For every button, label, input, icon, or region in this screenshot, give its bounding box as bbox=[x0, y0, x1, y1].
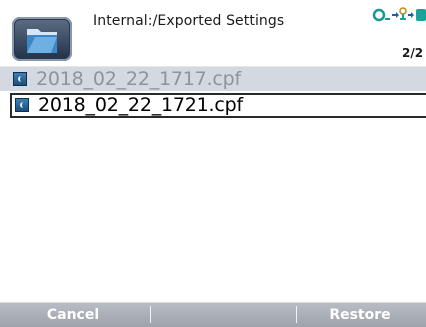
softkey-bar: Cancel Restore bbox=[0, 302, 426, 327]
restore-button[interactable]: Restore bbox=[300, 303, 420, 327]
settings-file-icon bbox=[13, 72, 27, 86]
softkey-separator bbox=[296, 306, 297, 323]
file-name: 2018_02_22_1717.cpf bbox=[36, 68, 241, 90]
header-bar: Internal:/Exported Settings 2/2 bbox=[0, 0, 426, 66]
file-row[interactable]: 2018_02_22_1717.cpf bbox=[0, 66, 426, 91]
settings-file-icon bbox=[15, 98, 29, 112]
current-path: Internal:/Exported Settings bbox=[93, 13, 285, 29]
softkey-separator bbox=[150, 306, 151, 323]
file-row-selected[interactable]: 2018_02_22_1721.cpf bbox=[10, 93, 426, 118]
page-indicator: 2/2 bbox=[402, 46, 424, 60]
file-list: 2018_02_22_1717.cpf 2018_02_22_1721.cpf bbox=[0, 66, 426, 118]
folder-icon bbox=[27, 29, 57, 53]
folder-button[interactable] bbox=[12, 17, 72, 61]
file-name: 2018_02_22_1721.cpf bbox=[38, 94, 243, 116]
connection-status-icon bbox=[372, 7, 426, 22]
softkey-middle-button[interactable] bbox=[152, 303, 294, 327]
cancel-button[interactable]: Cancel bbox=[18, 303, 128, 327]
status-indicators bbox=[372, 6, 426, 30]
